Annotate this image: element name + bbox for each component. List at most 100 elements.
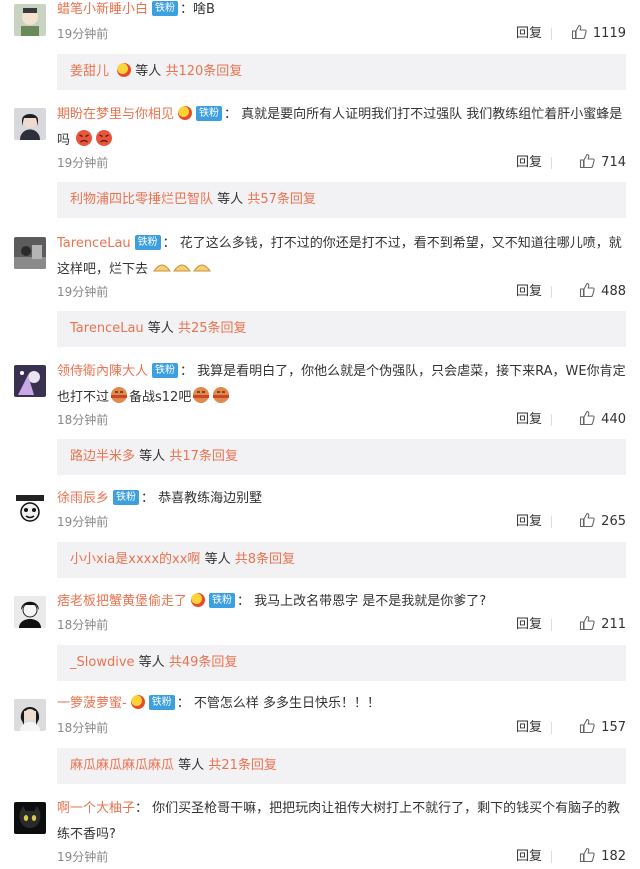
avatar[interactable] (14, 4, 46, 36)
reply-user[interactable]: 姜甜儿 (70, 64, 109, 79)
etc-label: 等人 (217, 192, 244, 207)
dumpling-icon (193, 264, 212, 272)
like-count: 211 (601, 617, 626, 632)
thumbs-up-icon (580, 615, 595, 631)
like-button[interactable]: 1119 (571, 24, 626, 44)
reply-summary[interactable]: 麻瓜麻瓜麻瓜麻瓜 等人 共21条回复 (57, 748, 626, 784)
thumbs-up-icon (580, 282, 595, 298)
like-count: 265 (601, 514, 626, 529)
username-link[interactable]: TarenceLau (57, 236, 131, 251)
reply-user[interactable]: 小小xia是xxxx的xx啊 (70, 552, 200, 567)
thumbs-up-icon (580, 153, 595, 169)
reply-button[interactable]: 回复 (516, 24, 542, 44)
reply-button[interactable]: 回复 (516, 153, 542, 173)
reply-user[interactable]: 路边半米多 (70, 449, 135, 464)
like-button[interactable]: 182 (579, 847, 626, 867)
reply-summary[interactable]: 路边半米多 等人 共17条回复 (57, 439, 626, 475)
divider (551, 28, 552, 40)
crying-face-icon (111, 387, 128, 403)
divider (551, 851, 552, 863)
username-link[interactable]: 痞老板把蟹黄堡偷走了 (57, 594, 187, 609)
avatar[interactable] (14, 493, 46, 525)
like-button[interactable]: 211 (579, 615, 626, 635)
like-count: 488 (601, 284, 626, 299)
divider (551, 619, 552, 631)
thumbs-up-icon (580, 847, 595, 863)
reply-total-link[interactable]: 共17条回复 (169, 449, 238, 464)
reply-total-link[interactable]: 共21条回复 (208, 758, 277, 773)
reply-summary[interactable]: 姜甜儿 等人 共120条回复 (57, 54, 626, 90)
avatar[interactable] (14, 237, 46, 269)
comment-text: 恭喜教练海边别墅 (158, 491, 263, 506)
reply-button[interactable]: 回复 (516, 512, 542, 532)
thumbs-up-icon (580, 718, 595, 734)
username-link[interactable]: 徐雨辰乡 (57, 491, 109, 506)
like-button[interactable]: 488 (579, 282, 626, 302)
like-count: 182 (601, 849, 626, 864)
crying-face-icon (213, 387, 230, 403)
comment-text: 啥B (193, 2, 215, 17)
comment-text: 不管怎么样 多多生日快乐！！！ (193, 696, 380, 711)
timestamp: 18分钟前 (57, 413, 109, 427)
avatar[interactable] (14, 596, 46, 628)
avatar[interactable] (14, 365, 46, 397)
reply-button[interactable]: 回复 (516, 282, 542, 302)
divider (551, 414, 552, 426)
reply-user[interactable]: _Slowdive (70, 655, 135, 670)
avatar[interactable] (14, 802, 46, 834)
reply-total-link[interactable]: 共57条回复 (247, 192, 316, 207)
reply-total-link[interactable]: 共49条回复 (169, 655, 238, 670)
avatar[interactable] (14, 108, 46, 140)
etc-label: 等人 (204, 552, 231, 567)
reply-summary[interactable]: TarenceLau 等人 共25条回复 (57, 311, 626, 347)
comment-body: 领侍衛內陳大人 铁粉： 我算是看明白了，你他么就是个伪强队，只会虐菜，接下来RA，… (57, 363, 626, 405)
comment-body: 期盼在梦里与你相见 铁粉： 真就是要向所有人证明我们打不过强队 我们教练组忙着肝小… (57, 106, 623, 148)
reply-total-link[interactable]: 共120条回复 (165, 64, 242, 79)
comment-text-continued: 备战s12吧 (129, 390, 192, 405)
like-count: 157 (601, 720, 626, 735)
like-button[interactable]: 440 (579, 410, 626, 430)
like-button[interactable]: 714 (579, 153, 626, 173)
reply-button[interactable]: 回复 (516, 847, 542, 867)
reply-summary[interactable]: _Slowdive 等人 共49条回复 (57, 645, 626, 681)
comment-body: 徐雨辰乡 铁粉： 恭喜教练海边别墅 (57, 490, 263, 506)
fan-badge: 铁粉 (209, 593, 236, 608)
username-link[interactable]: 一箩菠萝蜜- (57, 696, 127, 711)
reply-user[interactable]: 麻瓜麻瓜麻瓜麻瓜 (70, 758, 174, 773)
reply-total-link[interactable]: 共25条回复 (178, 321, 247, 336)
comment-meta: 19分钟前 回复 265 (57, 512, 626, 532)
reply-button[interactable]: 回复 (516, 718, 542, 738)
username-link[interactable]: 蜡笔小新睡小白 (57, 2, 148, 17)
username-link[interactable]: 啊一个大柚子 (57, 801, 135, 816)
reply-button[interactable]: 回复 (516, 615, 542, 635)
comment-body: 痞老板把蟹黄堡偷走了 铁粉： 我马上改名带恩字 是不是我就是你爹了? (57, 593, 487, 609)
reply-button[interactable]: 回复 (516, 410, 542, 430)
username-link[interactable]: 期盼在梦里与你相见 (57, 107, 174, 122)
timestamp: 19分钟前 (57, 850, 109, 864)
fan-badge: 铁粉 (152, 363, 179, 378)
comment-meta: 19分钟前 回复 1119 (57, 24, 626, 44)
like-button[interactable]: 157 (579, 718, 626, 738)
etc-label: 等人 (138, 655, 165, 670)
avatar[interactable] (14, 699, 46, 731)
vip-icon (191, 593, 206, 607)
comment-body: 蜡笔小新睡小白 铁粉 ：啥B (57, 1, 215, 17)
like-count: 714 (601, 155, 626, 170)
like-count: 440 (601, 412, 626, 427)
reply-summary[interactable]: 小小xia是xxxx的xx啊 等人 共8条回复 (57, 542, 626, 578)
etc-label: 等人 (178, 758, 205, 773)
reply-total-link[interactable]: 共8条回复 (235, 552, 295, 567)
dumpling-icon (173, 264, 192, 272)
username-link[interactable]: 领侍衛內陳大人 (57, 364, 148, 379)
comment-text: 你们买圣枪哥干嘛，把把玩肉让祖传大树打上不就行了，剩下的钱买个有脑子的教练不香吗… (57, 801, 621, 842)
reply-user[interactable]: TarenceLau (70, 321, 144, 336)
fan-badge: 铁粉 (152, 1, 179, 16)
vip-icon (178, 106, 193, 120)
etc-label: 等人 (135, 64, 162, 79)
reply-user[interactable]: 利物浦四比零捶烂巴智队 (70, 192, 213, 207)
like-button[interactable]: 265 (579, 512, 626, 532)
reply-summary[interactable]: 利物浦四比零捶烂巴智队 等人 共57条回复 (57, 182, 626, 218)
comment-list: 蜡笔小新睡小白 铁粉 ：啥B 19分钟前 回复 1119 姜甜儿 等人 共120条回… (0, 0, 640, 869)
dumpling-icon (153, 264, 172, 272)
comment-body: TarenceLau 铁粉： 花了这么多钱，打不过的你还是打不过，看不到希望，又不… (57, 235, 622, 277)
